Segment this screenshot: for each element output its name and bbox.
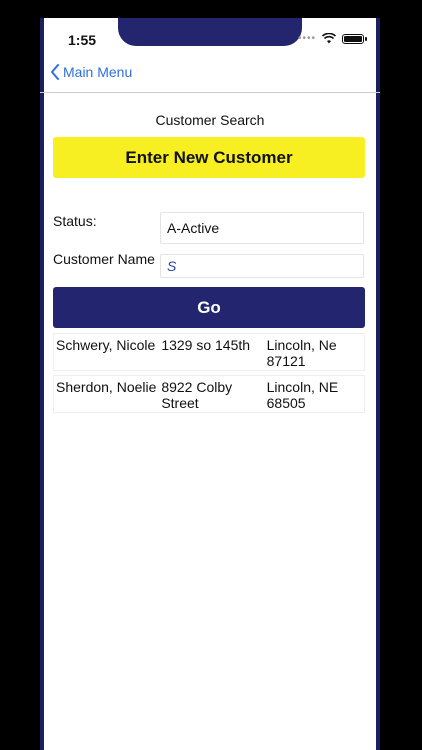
result-name: Sherdon, Noelie: [56, 379, 157, 395]
result-address: 8922 Colby Street: [161, 379, 233, 411]
enter-new-customer-button[interactable]: Enter New Customer: [53, 137, 365, 178]
page-title: Customer Search: [155, 112, 265, 128]
customer-name-value: S: [167, 258, 177, 274]
chevron-left-icon: [51, 64, 59, 80]
result-city: Lincoln, NE 68505: [266, 379, 339, 411]
result-city: Lincoln, Ne 87121: [266, 337, 337, 369]
status-time: 1:55: [68, 32, 97, 48]
status-select[interactable]: A-Active: [160, 212, 364, 244]
home-indicator: [150, 742, 270, 746]
result-address: 1329 so 145th: [161, 337, 251, 353]
status-label: Status:: [53, 213, 97, 229]
customer-name-label: Customer Name: [53, 251, 155, 267]
navigation-bar: Main Menu: [40, 62, 380, 93]
result-row[interactable]: Sherdon, Noelie 8922 Colby Street Lincol…: [53, 375, 365, 413]
result-row[interactable]: Schwery, Nicole 1329 so 145th Lincoln, N…: [53, 333, 365, 371]
battery-icon: [342, 33, 367, 44]
back-button[interactable]: Main Menu: [50, 64, 132, 80]
status-value: A-Active: [167, 220, 220, 236]
results-list: Schwery, Nicole 1329 so 145th Lincoln, N…: [53, 333, 365, 417]
go-button[interactable]: Go: [53, 287, 365, 328]
result-name: Schwery, Nicole: [56, 337, 156, 353]
back-button-label: Main Menu: [63, 64, 133, 80]
customer-name-input[interactable]: S: [160, 254, 364, 278]
signal-icon: ••••: [297, 33, 316, 44]
notch: [118, 18, 302, 46]
status-icons: ••••: [297, 33, 367, 44]
wifi-icon: [322, 33, 336, 44]
status-bar: 1:55 ••••: [40, 18, 380, 62]
app-screen: 1:55 •••• Main Menu Customer Search Ente…: [40, 18, 380, 750]
